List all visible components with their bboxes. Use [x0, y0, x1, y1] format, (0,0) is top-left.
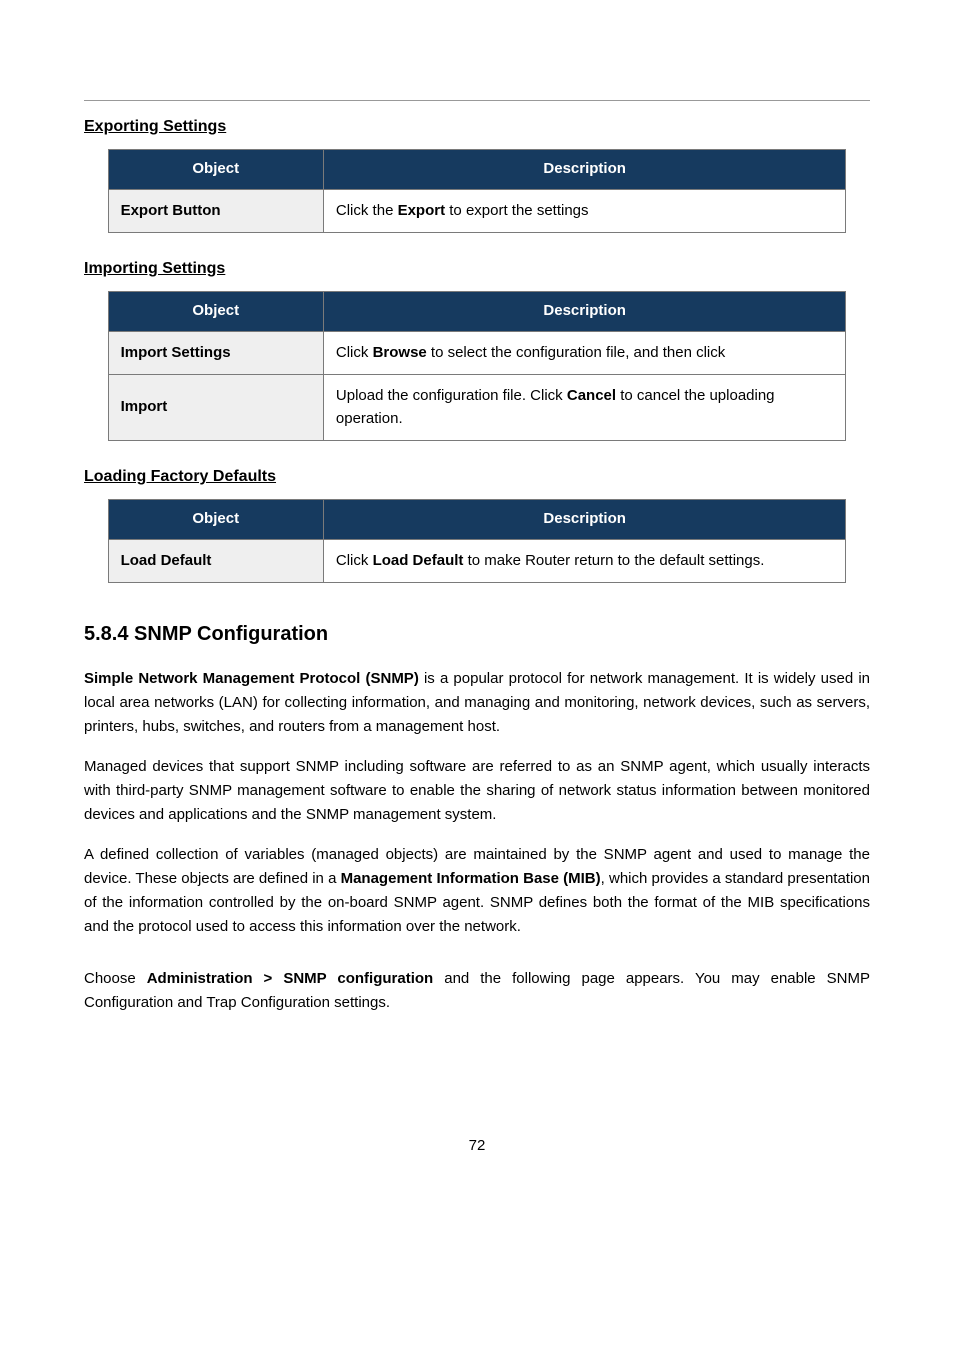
cell-load-default-desc: Click Load Default to make Router return… [323, 539, 846, 583]
table-header-row: Object Description [108, 150, 846, 190]
table-header-row: Object Description [108, 500, 846, 540]
cell-load-default: Load Default [108, 539, 323, 583]
paragraph-snmp-mib: A defined collection of variables (manag… [84, 843, 870, 939]
cell-export-button-desc: Click the Export to export the settings [323, 189, 846, 233]
col-header-object: Object [108, 292, 323, 332]
col-header-object: Object [108, 150, 323, 190]
heading-exporting-settings: Exporting Settings [84, 115, 870, 139]
col-header-object: Object [108, 500, 323, 540]
table-loading: Object Description Load Default Click Lo… [108, 499, 847, 583]
paragraph-snmp-choose: Choose Administration > SNMP configurati… [84, 967, 870, 1015]
table-header-row: Object Description [108, 292, 846, 332]
cell-import-desc: Upload the configuration file. Click Can… [323, 375, 846, 441]
col-header-description: Description [323, 150, 846, 190]
cell-import: Import [108, 375, 323, 441]
cell-import-settings: Import Settings [108, 331, 323, 375]
table-row: Load Default Click Load Default to make … [108, 539, 846, 583]
table-row: Export Button Click the Export to export… [108, 189, 846, 233]
table-row: Import Upload the configuration file. Cl… [108, 375, 846, 441]
table-row: Import Settings Click Browse to select t… [108, 331, 846, 375]
paragraph-snmp-intro: Simple Network Management Protocol (SNMP… [84, 667, 870, 739]
table-exporting: Object Description Export Button Click t… [108, 149, 847, 233]
page-number: 72 [84, 1135, 870, 1158]
cell-import-settings-desc: Click Browse to select the configuration… [323, 331, 846, 375]
heading-snmp-configuration: 5.8.4 SNMP Configuration [84, 619, 870, 649]
col-header-description: Description [323, 500, 846, 540]
cell-export-button: Export Button [108, 189, 323, 233]
table-importing: Object Description Import Settings Click… [108, 291, 847, 441]
top-divider [84, 100, 870, 101]
paragraph-snmp-agent: Managed devices that support SNMP includ… [84, 755, 870, 827]
heading-loading-factory-defaults: Loading Factory Defaults [84, 465, 870, 489]
col-header-description: Description [323, 292, 846, 332]
heading-importing-settings: Importing Settings [84, 257, 870, 281]
